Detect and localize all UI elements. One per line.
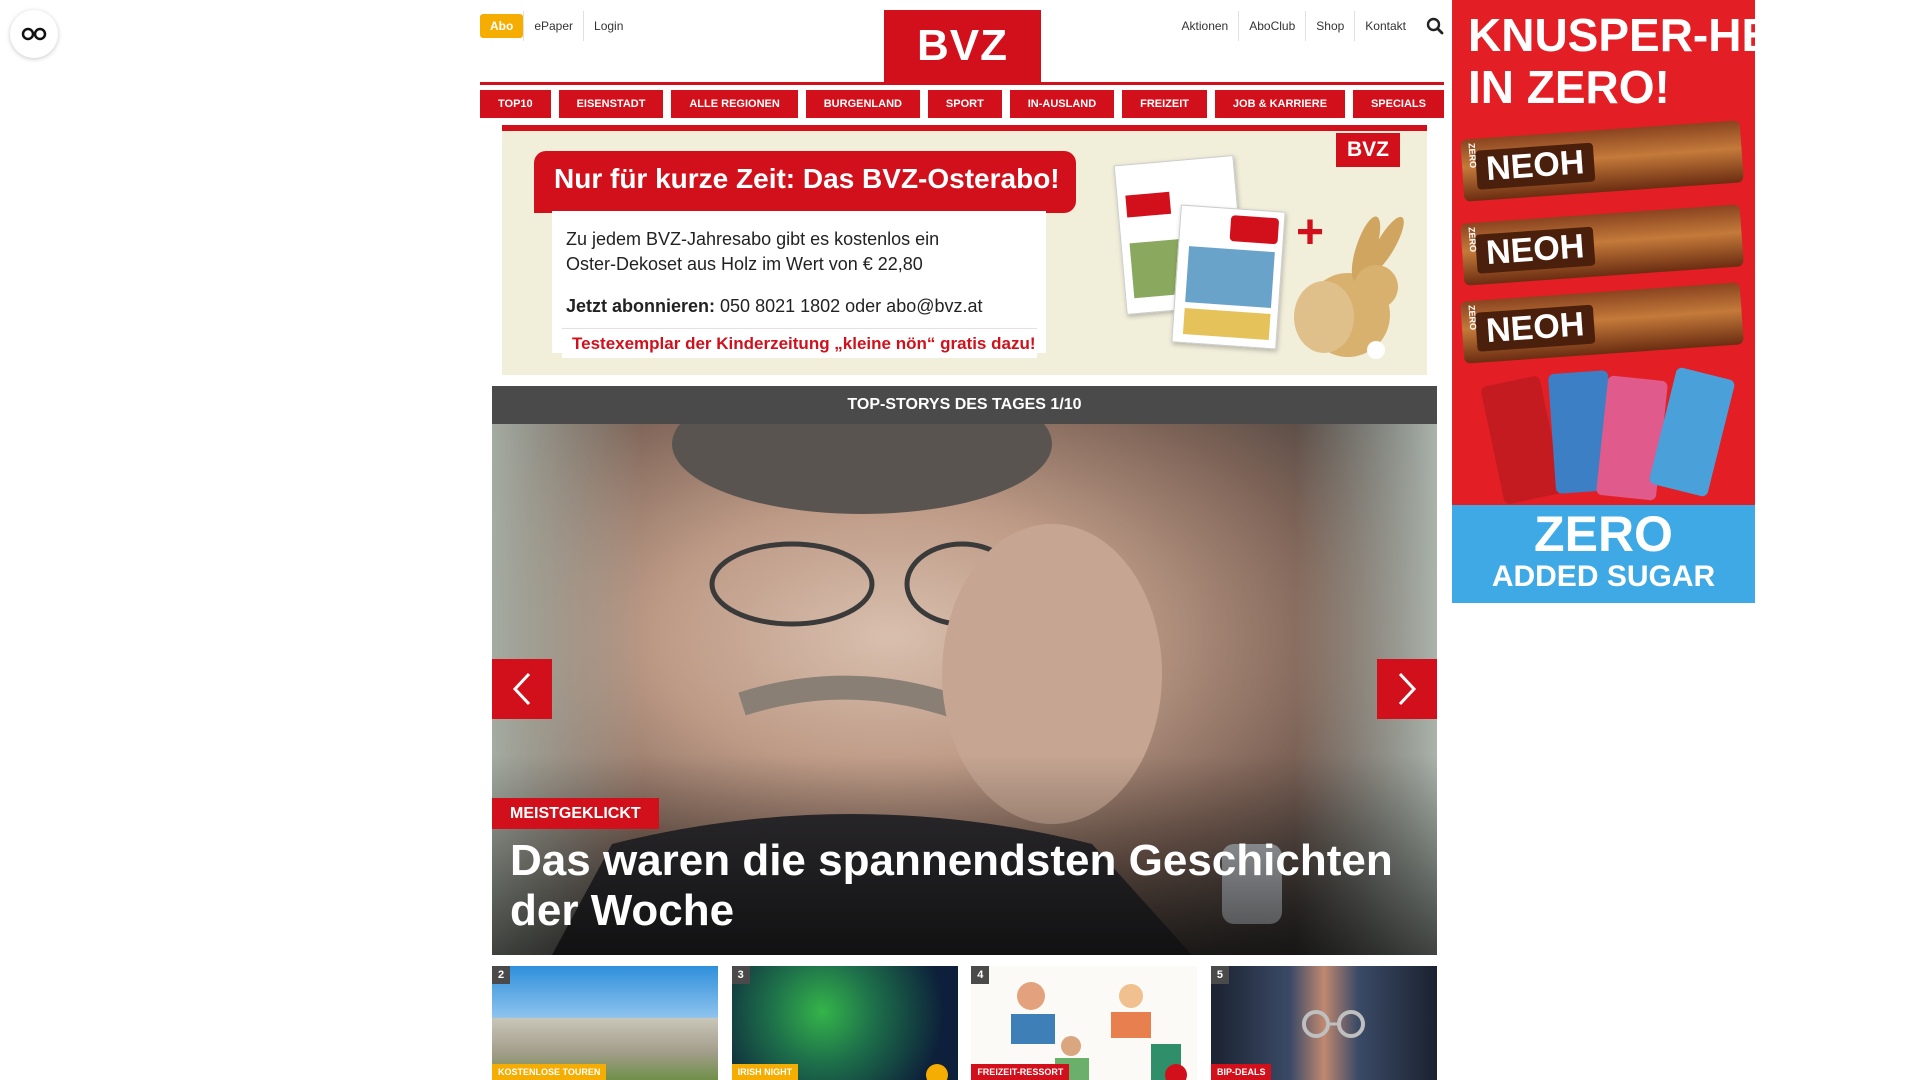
hero-category-badge: MEISTGEKLICKT bbox=[492, 798, 659, 829]
nav-item-burgenland[interactable]: BURGENLAND bbox=[805, 90, 920, 118]
promo-contact-label: Jetzt abonnieren: bbox=[566, 296, 716, 316]
nav-item-job-karriere[interactable]: JOB & KARRIERE bbox=[1214, 90, 1346, 118]
search-icon[interactable] bbox=[1426, 17, 1444, 35]
hero-story-title[interactable]: Das waren die spannendsten Geschichten d… bbox=[510, 836, 1420, 936]
promo-bvz-logo: BVZ bbox=[1336, 133, 1400, 167]
thumb-number: 2 bbox=[492, 966, 510, 984]
thumb-number: 5 bbox=[1210, 966, 1229, 984]
glasses-icon bbox=[21, 27, 47, 41]
neoh-advertisement[interactable]: KNUSPER-HERO IN ZERO! ZERONEOH ZERONEOH … bbox=[1452, 0, 1755, 603]
ad-bar-image: ZERO NEOH bbox=[1460, 120, 1744, 202]
chevron-right-icon bbox=[1398, 672, 1417, 706]
promo-contact: Jetzt abonnieren: 050 8021 1802 oder abo… bbox=[566, 294, 1032, 319]
paper-noen-photo bbox=[1185, 246, 1275, 309]
aboclub-link[interactable]: AboClub bbox=[1238, 11, 1305, 41]
login-link[interactable]: Login bbox=[583, 11, 633, 41]
ad-bar-image: ZERO NEOH bbox=[1460, 204, 1744, 286]
bar-side-text: ZERO bbox=[1466, 142, 1479, 169]
paper-noen-strip bbox=[1182, 308, 1271, 340]
nav-item-eisenstadt[interactable]: EISENSTADT bbox=[558, 90, 664, 118]
ad-sugar-text: ADDED SUGAR bbox=[1491, 560, 1716, 593]
paper-noen-masthead bbox=[1229, 215, 1280, 245]
story-thumb-5[interactable]: 5 BIP-DEALS bbox=[1210, 966, 1437, 1080]
thumb-category: FREIZEIT-RESSORT bbox=[971, 1064, 1070, 1080]
kontakt-link[interactable]: Kontakt bbox=[1354, 11, 1416, 41]
top-stories-header: TOP-STORYS DES TAGES 1/10 bbox=[492, 386, 1437, 424]
ad-headline-2: IN ZERO! bbox=[1468, 61, 1670, 113]
site-logo[interactable]: BVZ bbox=[884, 10, 1041, 82]
ad-headline-1: KNUSPER-HERO bbox=[1468, 9, 1755, 61]
paper-bvz-masthead bbox=[1125, 191, 1172, 218]
thumb-category: BIP-DEALS bbox=[1210, 1064, 1272, 1080]
ad-bar-image: ZERO NEOH bbox=[1460, 282, 1744, 364]
story-thumb-2[interactable]: 2 KOSTENLOSE TOUREN bbox=[492, 966, 718, 1080]
bar-brand: NEOH bbox=[1474, 142, 1596, 190]
header-left-links: Abo ePaper Login bbox=[480, 11, 633, 41]
promo-line-1: Zu jedem BVZ-Jahresabo gibt es kostenlos… bbox=[566, 229, 940, 249]
thumb-illustration bbox=[1011, 982, 1182, 1080]
promo-line-2: Oster-Dekoset aus Holz im Wert von € 22,… bbox=[566, 254, 923, 274]
gallery-icon bbox=[925, 1064, 948, 1080]
paper-kleine-noen-image bbox=[1171, 204, 1286, 350]
promo-contact-text: 050 8021 1802 oder abo@bvz.at bbox=[715, 296, 983, 316]
accessibility-button[interactable] bbox=[10, 10, 58, 58]
nav-item-alle-regionen[interactable]: ALLE REGIONEN bbox=[671, 90, 798, 118]
bar-brand: NEOH bbox=[1474, 226, 1596, 274]
shop-link[interactable]: Shop bbox=[1305, 11, 1354, 41]
bar-side-text: ZERO bbox=[1466, 304, 1479, 331]
nav-item-top10[interactable]: TOP10 bbox=[480, 90, 551, 118]
story-thumbnails: 2 KOSTENLOSE TOUREN 3 IRISH NIGHT 4 FREI… bbox=[492, 966, 1437, 1080]
osterabo-promo-banner[interactable]: Nur für kurze Zeit: Das BVZ-Osterabo! Zu… bbox=[502, 125, 1427, 375]
promo-newspapers-image bbox=[1110, 155, 1286, 350]
main-nav: TOP10 EISENSTADT ALLE REGIONEN BURGENLAN… bbox=[480, 90, 1444, 118]
easter-bunny-image bbox=[1294, 216, 1404, 359]
aktionen-link[interactable]: Aktionen bbox=[1172, 11, 1239, 41]
thumb-category: IRISH NIGHT bbox=[731, 1064, 799, 1080]
carousel-prev-button[interactable] bbox=[492, 659, 552, 719]
abo-button[interactable]: Abo bbox=[480, 14, 524, 38]
site-header: Abo ePaper Login BVZ Aktionen AboClub Sh… bbox=[480, 0, 1444, 82]
story-thumb-3[interactable]: 3 IRISH NIGHT bbox=[731, 966, 958, 1080]
promo-top-line bbox=[502, 125, 1427, 131]
nav-item-specials[interactable]: SPECIALS bbox=[1352, 90, 1444, 118]
nav-item-freizeit[interactable]: FREIZEIT bbox=[1122, 90, 1207, 118]
ad-zero-text: ZERO bbox=[1534, 506, 1673, 562]
story-thumb-4[interactable]: 4 FREIZEIT-RESSORT bbox=[971, 966, 1198, 1080]
thumb-number: 4 bbox=[971, 966, 990, 984]
bar-side-text: ZERO bbox=[1466, 226, 1479, 253]
promo-title: Nur für kurze Zeit: Das BVZ-Osterabo! bbox=[534, 151, 1076, 213]
carousel-next-button[interactable] bbox=[1377, 659, 1437, 719]
thumb-number: 3 bbox=[731, 966, 750, 984]
header-right-links: Aktionen AboClub Shop Kontakt bbox=[1172, 11, 1444, 41]
chevron-left-icon bbox=[512, 672, 531, 706]
nav-item-in-ausland[interactable]: IN-AUSLAND bbox=[1009, 90, 1115, 118]
promo-footer: Testexemplar der Kinderzeitung „kleine n… bbox=[562, 328, 1037, 358]
epaper-link[interactable]: ePaper bbox=[523, 11, 583, 41]
bar-brand: NEOH bbox=[1474, 304, 1596, 352]
header-divider bbox=[480, 82, 1444, 85]
nav-item-sport[interactable]: SPORT bbox=[927, 90, 1002, 118]
thumb-category: KOSTENLOSE TOUREN bbox=[492, 1064, 607, 1080]
handcuffs-illustration bbox=[1301, 1010, 1365, 1038]
